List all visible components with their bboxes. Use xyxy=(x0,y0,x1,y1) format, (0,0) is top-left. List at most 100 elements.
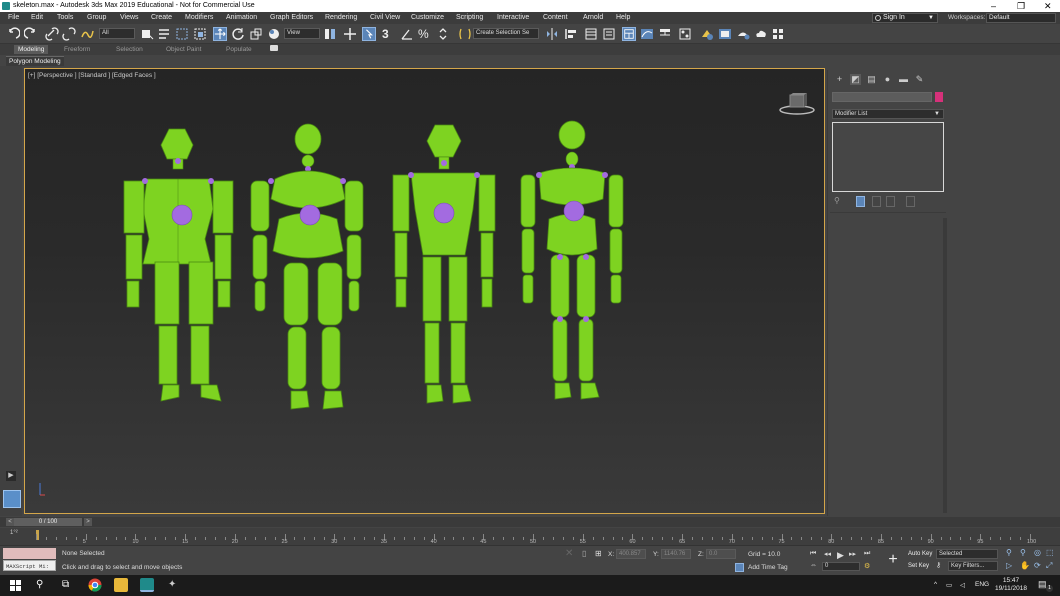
skeleton-figure-3[interactable] xyxy=(392,124,496,404)
zoom-icon[interactable]: ⚲ xyxy=(1006,548,1012,557)
mirror-icon[interactable] xyxy=(545,27,559,41)
keyboard-shortcut-override-icon[interactable] xyxy=(362,27,376,41)
clock[interactable]: 15:47 19/11/2018 xyxy=(994,577,1028,593)
menu-tools[interactable]: Tools xyxy=(57,12,73,24)
skeleton-figure-2[interactable] xyxy=(250,123,364,410)
sign-in-button[interactable]: Sign In ▼ xyxy=(872,13,938,23)
menu-animation[interactable]: Animation xyxy=(226,12,257,24)
selection-filter-dropdown[interactable]: All xyxy=(99,28,135,39)
set-key-plus-icon[interactable]: + xyxy=(883,551,903,569)
remove-modifier-icon[interactable] xyxy=(886,196,895,207)
menu-modifiers[interactable]: Modifiers xyxy=(185,12,213,24)
select-and-place-icon[interactable] xyxy=(267,27,281,41)
zoom-all-icon[interactable]: ⚲ xyxy=(1020,548,1026,557)
app-pinned-icon[interactable]: ✦ xyxy=(168,579,176,590)
curve-editor-icon[interactable] xyxy=(640,27,654,41)
named-selection-dropdown[interactable]: Create Selection Se xyxy=(473,28,539,39)
selection-set-dropdown[interactable]: Selected xyxy=(936,549,998,559)
file-explorer-icon[interactable] xyxy=(114,578,128,592)
select-and-move-icon[interactable] xyxy=(213,27,227,41)
volume-icon[interactable]: ◁ xyxy=(960,581,965,589)
chrome-icon[interactable] xyxy=(88,578,102,592)
menu-file[interactable]: File xyxy=(8,12,19,24)
panel-scrollbar[interactable] xyxy=(943,218,947,513)
menu-rendering[interactable]: Rendering xyxy=(325,12,357,24)
track-filter-icon[interactable]: 1°² xyxy=(10,530,18,536)
y-coordinate-field[interactable]: 1140.76 xyxy=(661,549,691,559)
object-color-swatch[interactable] xyxy=(935,92,943,102)
skeleton-figures[interactable] xyxy=(25,69,825,514)
minimize-button[interactable]: – xyxy=(991,0,996,12)
zoom-extents-icon[interactable]: ◎ xyxy=(1034,548,1041,557)
select-and-scale-icon[interactable] xyxy=(249,27,263,41)
3ds-max-taskbar-icon[interactable] xyxy=(140,578,154,592)
menu-scripting[interactable]: Scripting xyxy=(456,12,483,24)
time-slider-next[interactable]: > xyxy=(84,518,92,526)
key-mode-icon[interactable]: ⇔ xyxy=(810,562,817,569)
select-object-icon[interactable] xyxy=(140,27,154,41)
redo-icon[interactable] xyxy=(24,27,38,41)
tab-selection[interactable]: Selection xyxy=(112,45,147,54)
rect-selection-icon[interactable] xyxy=(175,27,189,41)
tab-freeform[interactable]: Freeform xyxy=(60,45,94,54)
field-of-view-icon[interactable]: ▷ xyxy=(1006,561,1012,570)
menu-group[interactable]: Group xyxy=(87,12,106,24)
time-slider-thumb[interactable]: 0 / 100 xyxy=(14,518,82,526)
menu-content[interactable]: Content xyxy=(543,12,568,24)
time-slider[interactable]: < 0 / 100 > xyxy=(0,517,1060,527)
menu-interactive[interactable]: Interactive xyxy=(497,12,529,24)
workspace-select[interactable]: Default xyxy=(986,13,1056,23)
material-editor-icon[interactable] xyxy=(678,27,692,41)
menu-create[interactable]: Create xyxy=(151,12,172,24)
display-tab-icon[interactable]: ▬ xyxy=(898,74,909,85)
viewport-layout-button[interactable] xyxy=(3,490,21,508)
play-icon[interactable]: ▶ xyxy=(837,550,844,561)
maxscript-listener[interactable] xyxy=(3,548,56,559)
selection-lock-icon[interactable]: ▯ xyxy=(582,549,586,558)
windows-start-icon[interactable] xyxy=(10,580,21,591)
next-frame-icon[interactable]: ▸▸ xyxy=(849,550,856,558)
spinner-snap-icon[interactable] xyxy=(436,27,450,41)
track-bar[interactable]: 1°² 5 10 15 20 25 30 35 40 45 50 55 60 65 70 75 80 85 90 9… xyxy=(0,528,1060,545)
angle-snap-icon[interactable] xyxy=(400,27,414,41)
menu-arnold[interactable]: Arnold xyxy=(583,12,603,24)
snaps-toggle-icon[interactable]: 3 xyxy=(382,27,396,41)
go-to-end-icon[interactable]: ⏭ xyxy=(864,550,870,558)
language-indicator[interactable]: ENG xyxy=(975,581,989,588)
menu-graph-editors[interactable]: Graph Editors xyxy=(270,12,313,24)
edit-named-selection-icon[interactable] xyxy=(458,27,472,41)
network-icon[interactable]: ▭ xyxy=(946,581,952,589)
pan-view-icon[interactable]: ✋ xyxy=(1020,561,1030,570)
tab-populate[interactable]: Populate xyxy=(222,45,256,54)
hierarchy-tab-icon[interactable]: ▤ xyxy=(866,74,877,85)
configure-sets-icon[interactable] xyxy=(906,196,915,207)
motion-tab-icon[interactable]: ● xyxy=(882,74,893,85)
current-frame-field[interactable]: 0 xyxy=(822,562,860,571)
undo-icon[interactable] xyxy=(6,27,20,41)
render-in-cloud-icon[interactable] xyxy=(754,27,768,41)
select-by-name-icon[interactable] xyxy=(157,27,171,41)
maximize-button[interactable]: ❐ xyxy=(1017,0,1025,12)
tab-object-paint[interactable]: Object Paint xyxy=(162,45,205,54)
window-crossing-icon[interactable] xyxy=(193,27,207,41)
perspective-viewport[interactable]: [+] [Perspective ] [Standard ] [Edged Fa… xyxy=(24,68,825,514)
search-icon[interactable]: ⚲ xyxy=(36,579,43,590)
task-view-icon[interactable]: ⧉ xyxy=(62,579,69,590)
make-unique-icon[interactable] xyxy=(872,196,881,207)
time-config-icon[interactable]: ⚙ xyxy=(864,562,870,570)
menu-customize[interactable]: Customize xyxy=(411,12,444,24)
ribbon-options-icon[interactable] xyxy=(270,45,278,51)
modify-tab-icon[interactable]: ◩ xyxy=(850,74,861,85)
create-tab-icon[interactable]: + xyxy=(834,74,845,85)
menu-help[interactable]: Help xyxy=(616,12,630,24)
link-icon[interactable] xyxy=(45,27,59,41)
layer-explorer-icon[interactable] xyxy=(602,27,616,41)
skeleton-figure-4[interactable] xyxy=(520,120,624,400)
object-name-field[interactable] xyxy=(832,92,932,102)
modifier-list-dropdown[interactable]: Modifier List ▼ xyxy=(832,109,944,119)
key-filters-button[interactable]: Key Filters... xyxy=(948,561,998,571)
time-tag-icon[interactable] xyxy=(735,563,744,572)
add-time-tag[interactable]: Add Time Tag xyxy=(748,564,788,571)
expand-arrow-icon[interactable]: ▶ xyxy=(6,471,16,481)
reference-coordinate-dropdown[interactable]: View xyxy=(284,28,320,39)
